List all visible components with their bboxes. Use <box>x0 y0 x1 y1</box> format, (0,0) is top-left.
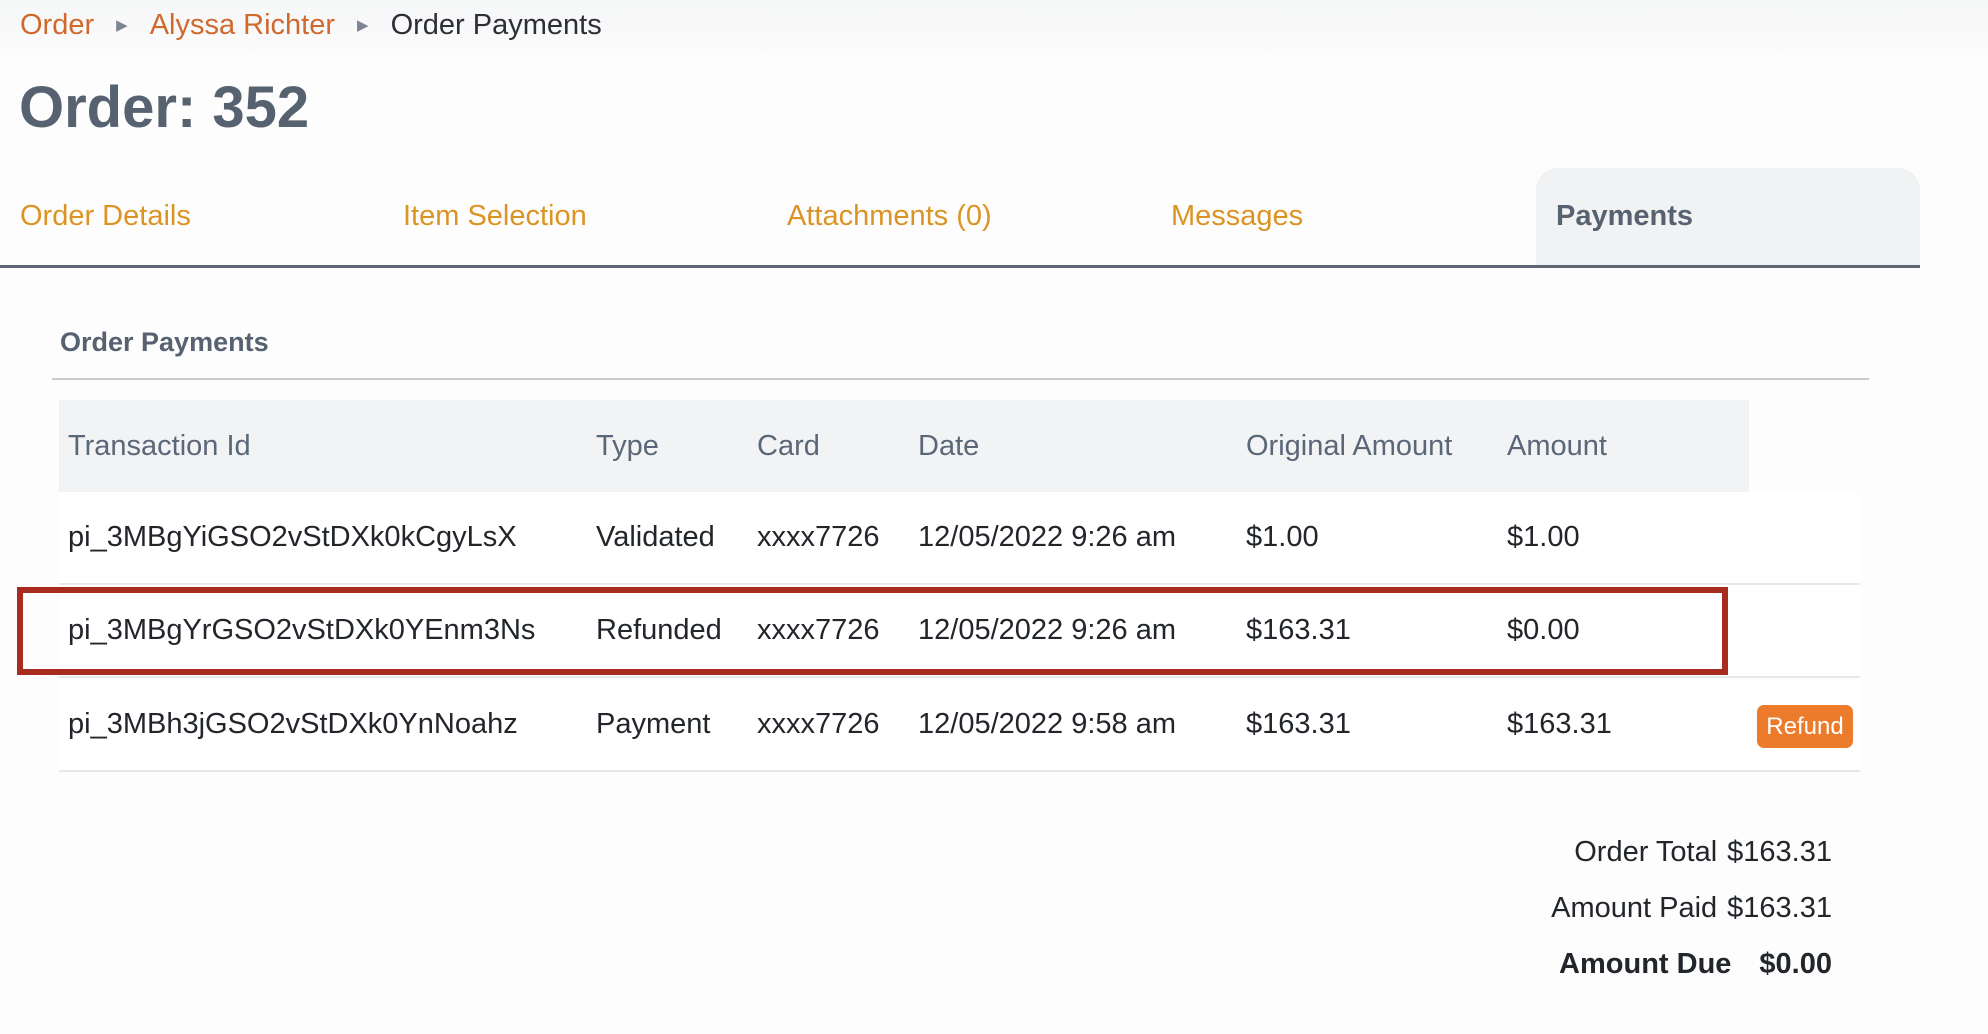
amount-paid-value: $163.31 <box>1727 892 1832 924</box>
column-header-date: Date <box>918 429 980 462</box>
section-title: Order Payments <box>60 327 269 357</box>
breadcrumb-order-link[interactable]: Order <box>20 9 94 42</box>
original-amount: $163.31 <box>1246 708 1351 740</box>
payment-type: Validated <box>596 521 715 553</box>
order-total-label: Order Total <box>1574 836 1718 868</box>
tab-item-selection[interactable]: Item Selection <box>403 168 587 265</box>
column-header-transaction-id: Transaction Id <box>68 429 251 462</box>
top-bar: Order ▶ Alyssa Richter ▶ Order Payments <box>0 0 1988 55</box>
column-header-amount: Amount <box>1507 429 1607 462</box>
breadcrumb-separator-icon: ▶ <box>116 17 128 34</box>
order-total: Order Total $163.31 <box>1574 836 1832 869</box>
table-row: pi_3MBgYiGSO2vStDXk0kCgyLsX Validated xx… <box>59 492 1860 585</box>
amount: $163.31 <box>1507 708 1612 740</box>
tab-bar: Order Details Item Selection Attachments… <box>0 168 1920 268</box>
payment-date: 12/05/2022 9:26 am <box>918 614 1176 646</box>
order-total-value: $163.31 <box>1727 836 1832 868</box>
card-number: xxxx7726 <box>757 708 880 740</box>
amount: $1.00 <box>1507 521 1580 553</box>
payment-type: Refunded <box>596 614 722 646</box>
original-amount: $163.31 <box>1246 614 1351 646</box>
payment-type: Payment <box>596 708 711 740</box>
transaction-id: pi_3MBgYrGSO2vStDXk0YEnm3Ns <box>68 614 536 646</box>
table-row: pi_3MBh3jGSO2vStDXk0YnNoahz Payment xxxx… <box>59 679 1860 772</box>
card-number: xxxx7726 <box>757 521 880 553</box>
tab-order-details[interactable]: Order Details <box>20 168 191 265</box>
amount: $0.00 <box>1507 614 1580 646</box>
transaction-id: pi_3MBgYiGSO2vStDXk0kCgyLsX <box>68 521 517 553</box>
tab-attachments[interactable]: Attachments (0) <box>787 168 992 265</box>
page-title: Order: 352 <box>19 75 310 140</box>
tab-payments[interactable]: Payments <box>1536 168 1920 265</box>
column-header-original-amount: Original Amount <box>1246 429 1453 462</box>
amount-due-label: Amount Due <box>1559 948 1732 980</box>
amount-due-value: $0.00 <box>1759 948 1832 980</box>
amount-paid-label: Amount Paid <box>1551 892 1718 924</box>
column-header-card: Card <box>757 429 820 462</box>
column-header-type: Type <box>596 429 659 462</box>
table-header: Transaction Id Type Card Date Original A… <box>59 400 1749 492</box>
table-row: pi_3MBgYrGSO2vStDXk0YEnm3Ns Refunded xxx… <box>59 585 1860 678</box>
tab-messages[interactable]: Messages <box>1171 168 1303 265</box>
amount-due: Amount Due $0.00 <box>1559 948 1832 981</box>
section-divider <box>52 378 1869 380</box>
amount-paid: Amount Paid $163.31 <box>1551 892 1832 925</box>
payment-date: 12/05/2022 9:58 am <box>918 708 1176 740</box>
breadcrumb-current: Order Payments <box>390 8 602 41</box>
breadcrumb-customer-link[interactable]: Alyssa Richter <box>150 9 335 42</box>
breadcrumb: Order ▶ Alyssa Richter ▶ Order Payments <box>20 8 602 42</box>
transaction-id: pi_3MBh3jGSO2vStDXk0YnNoahz <box>68 708 518 740</box>
refund-button[interactable]: Refund <box>1757 705 1853 748</box>
payment-date: 12/05/2022 9:26 am <box>918 521 1176 553</box>
original-amount: $1.00 <box>1246 521 1319 553</box>
card-number: xxxx7726 <box>757 614 880 646</box>
breadcrumb-separator-icon: ▶ <box>357 17 369 34</box>
